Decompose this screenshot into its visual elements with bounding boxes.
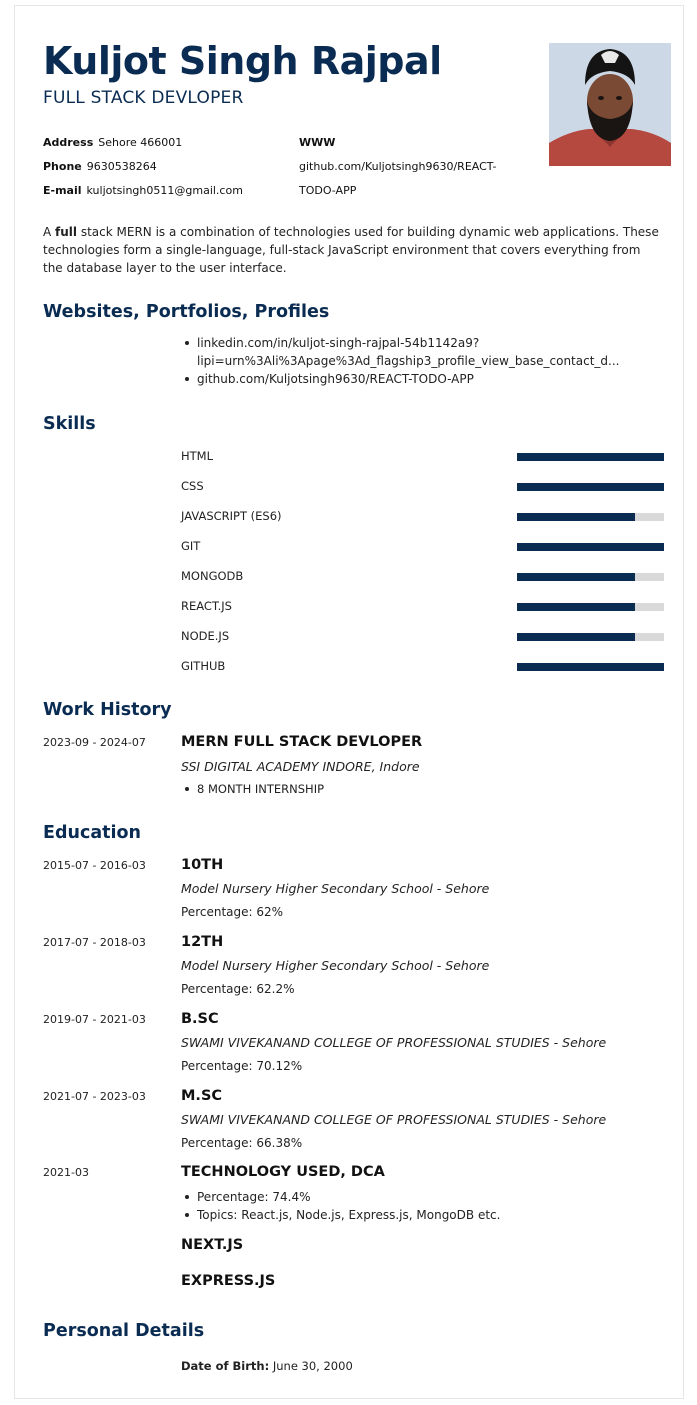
skill-level-bar — [517, 663, 664, 671]
education-date: 2015-07 - 2016-03 — [43, 859, 146, 872]
skill-name: GIT — [181, 539, 201, 553]
education-title: 10TH — [181, 857, 224, 873]
contact-info: Address Sehore 466001 Phone 9630538264 E-m… — [43, 131, 243, 203]
skill-level-bar — [517, 513, 664, 521]
list-item: Topics: React.js, Node.js, Express.js, M… — [181, 1206, 500, 1224]
skill-heading-nextjs: NEXT.JS — [181, 1237, 244, 1253]
linkedin-link-line2[interactable]: lipi=urn%3Ali%3Apage%3Ad_flagship3_profi… — [197, 352, 619, 370]
skill-level-bar — [517, 603, 664, 611]
list-item[interactable]: linkedin.com/in/kuljot-singh-rajpal-54b1… — [181, 334, 619, 370]
list-item: 8 MONTH INTERNSHIP — [181, 780, 324, 798]
education-school: SWAMI VIVEKANAND COLLEGE OF PROFESSIONAL… — [181, 1035, 607, 1050]
work-bullets: 8 MONTH INTERNSHIP — [181, 780, 324, 798]
skill-name: CSS — [181, 479, 204, 493]
summary-bold: full — [55, 225, 78, 239]
education-detail: Percentage: 66.38% — [181, 1136, 303, 1150]
skill-name: NODE.JS — [181, 629, 230, 643]
email-value[interactable]: kuljotsingh0511@gmail.com — [87, 184, 243, 197]
skill-level-fill — [517, 453, 664, 461]
dob-label: Date of Birth: — [181, 1359, 270, 1373]
summary-prefix: A — [43, 225, 56, 239]
job-title: FULL STACK DEVLOPER — [43, 88, 244, 108]
dob-value: June 30, 2000 — [272, 1359, 353, 1373]
skill-level-bar — [517, 573, 664, 581]
skill-level-fill — [517, 543, 664, 551]
education-date: 2021-03 — [43, 1166, 89, 1179]
phone-label: Phone — [43, 160, 82, 173]
websites-list: linkedin.com/in/kuljot-singh-rajpal-54b1… — [181, 334, 619, 388]
www-info: WWW github.com/Kuljotsingh9630/REACT- TO… — [299, 131, 496, 203]
work-company: SSI DIGITAL ACADEMY INDORE, Indore — [181, 759, 420, 774]
skill-level-bar — [517, 453, 664, 461]
skill-row: JAVASCRIPT (ES6) — [181, 507, 665, 525]
list-item[interactable]: github.com/Kuljotsingh9630/REACT-TODO-AP… — [181, 370, 619, 388]
education-school: SWAMI VIVEKANAND COLLEGE OF PROFESSIONAL… — [181, 1112, 607, 1127]
skill-row: MONGODB — [181, 567, 665, 585]
education-title: B.SC — [181, 1011, 219, 1027]
person-portrait-icon — [549, 43, 671, 166]
education-detail: Percentage: 62.2% — [181, 982, 295, 996]
summary-text: stack MERN is a combination of technolog… — [43, 225, 659, 275]
phone-row: Phone 9630538264 — [43, 155, 243, 179]
section-title-work-history: Work History — [43, 700, 172, 720]
list-item: Percentage: 74.4% — [181, 1188, 500, 1206]
resume-page: Kuljot Singh Rajpal FULL STACK DEVLOPER … — [14, 5, 684, 1399]
skill-level-fill — [517, 663, 664, 671]
skill-name: MONGODB — [181, 569, 244, 583]
skill-name: REACT.JS — [181, 599, 232, 613]
linkedin-link-line1[interactable]: linkedin.com/in/kuljot-singh-rajpal-54b1… — [197, 334, 619, 352]
section-title-websites: Websites, Portfolios, Profiles — [43, 302, 330, 322]
skill-row: GIT — [181, 537, 665, 555]
address-row: Address Sehore 466001 — [43, 131, 243, 155]
skill-name: GITHUB — [181, 659, 226, 673]
education-title: M.SC — [181, 1088, 223, 1104]
work-date: 2023-09 - 2024-07 — [43, 736, 146, 749]
education-school: Model Nursery Higher Secondary School - … — [181, 958, 490, 973]
skill-row: NODE.JS — [181, 627, 665, 645]
skill-level-fill — [517, 573, 635, 581]
education-detail: Percentage: 62% — [181, 905, 284, 919]
skill-row: CSS — [181, 477, 665, 495]
skill-heading-expressjs: EXPRESS.JS — [181, 1273, 276, 1289]
section-title-skills: Skills — [43, 414, 96, 434]
education-title: TECHNOLOGY USED, DCA — [181, 1164, 385, 1180]
work-title: MERN FULL STACK DEVLOPER — [181, 734, 423, 750]
skill-level-fill — [517, 603, 635, 611]
skill-level-fill — [517, 483, 664, 491]
skill-name: JAVASCRIPT (ES6) — [181, 509, 282, 523]
skill-level-bar — [517, 543, 664, 551]
address-label: Address — [43, 136, 94, 149]
phone-value: 9630538264 — [86, 160, 157, 173]
summary-paragraph: A full stack MERN is a combination of te… — [43, 223, 663, 277]
skill-row: HTML — [181, 447, 665, 465]
dca-bullets: Percentage: 74.4% Topics: React.js, Node… — [181, 1188, 500, 1224]
address-value: Sehore 466001 — [98, 136, 183, 149]
www-link-line2[interactable]: TODO-APP — [299, 179, 496, 203]
skill-level-bar — [517, 633, 664, 641]
profile-photo — [549, 43, 671, 166]
skill-name: HTML — [181, 449, 214, 463]
skill-level-fill — [517, 633, 635, 641]
education-date: 2021-07 - 2023-03 — [43, 1090, 146, 1103]
candidate-name: Kuljot Singh Rajpal — [43, 39, 442, 83]
skill-row: GITHUB — [181, 657, 665, 675]
email-label: E-mail — [43, 184, 82, 197]
date-of-birth: Date of Birth: June 30, 2000 — [181, 1358, 353, 1374]
www-label: WWW — [299, 136, 336, 149]
www-link-line1[interactable]: github.com/Kuljotsingh9630/REACT- — [299, 155, 496, 179]
education-title: 12TH — [181, 934, 224, 950]
skill-row: REACT.JS — [181, 597, 665, 615]
skill-level-bar — [517, 483, 664, 491]
education-school: Model Nursery Higher Secondary School - … — [181, 881, 490, 896]
section-title-personal-details: Personal Details — [43, 1321, 205, 1341]
education-date: 2019-07 - 2021-03 — [43, 1013, 146, 1026]
skill-level-fill — [517, 513, 635, 521]
education-detail: Percentage: 70.12% — [181, 1059, 303, 1073]
section-title-education: Education — [43, 823, 141, 843]
email-row: E-mail kuljotsingh0511@gmail.com — [43, 179, 243, 203]
education-date: 2017-07 - 2018-03 — [43, 936, 146, 949]
